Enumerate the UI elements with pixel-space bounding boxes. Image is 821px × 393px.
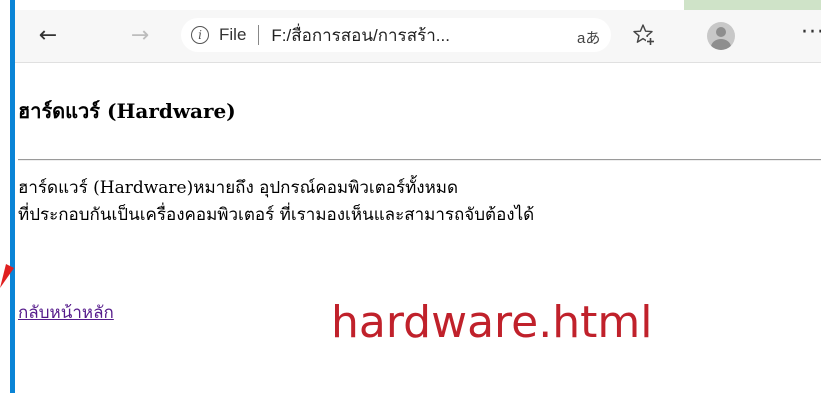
paragraph-line: ฮาร์ดแวร์ (Hardware)หมายถึง อุปกรณ์คอมพิ…: [18, 178, 459, 198]
screenshot-frame: ← → i File F:/สื่อการสอน/การสร้า... aあ ·…: [0, 0, 821, 393]
description-paragraph: ฮาร์ดแวร์ (Hardware)หมายถึง อุปกรณ์คอมพิ…: [18, 175, 534, 229]
arrow-left-icon: ←: [38, 22, 58, 48]
star-plus-icon: [633, 24, 655, 46]
page-heading: ฮาร์ดแวร์ (Hardware): [18, 99, 236, 123]
forward-button[interactable]: →: [125, 20, 155, 50]
profile-avatar[interactable]: [707, 22, 735, 50]
info-icon[interactable]: i: [191, 26, 209, 44]
back-button[interactable]: ←: [33, 20, 63, 50]
browser-window: ← → i File F:/สื่อการสอน/การสร้า... aあ ·…: [15, 10, 821, 393]
browser-toolbar: ← → i File F:/สื่อการสอน/การสร้า... aあ ·…: [15, 10, 821, 63]
read-aloud-button[interactable]: aあ: [577, 27, 600, 48]
more-menu-button[interactable]: ···: [801, 20, 821, 45]
address-scheme-label: File: [219, 25, 247, 44]
pointer-arrow-icon: [0, 264, 14, 288]
address-bar[interactable]: i File F:/สื่อการสอน/การสร้า...: [181, 18, 611, 52]
page-content: ฮาร์ดแวร์ (Hardware) ฮาร์ดแวร์ (Hardware…: [15, 63, 821, 393]
filename-annotation: hardware.html: [331, 297, 653, 348]
horizontal-rule: [18, 159, 821, 161]
back-to-home-link[interactable]: กลับหน้าหลัก: [18, 299, 114, 326]
paragraph-line: ที่ประกอบกันเป็นเครื่องคอมพิวเตอร์ ที่เร…: [18, 205, 535, 225]
address-separator: [258, 25, 260, 45]
arrow-right-icon: →: [130, 22, 150, 48]
address-url[interactable]: F:/สื่อการสอน/การสร้า...: [271, 22, 450, 49]
add-favorite-button[interactable]: [631, 22, 657, 48]
